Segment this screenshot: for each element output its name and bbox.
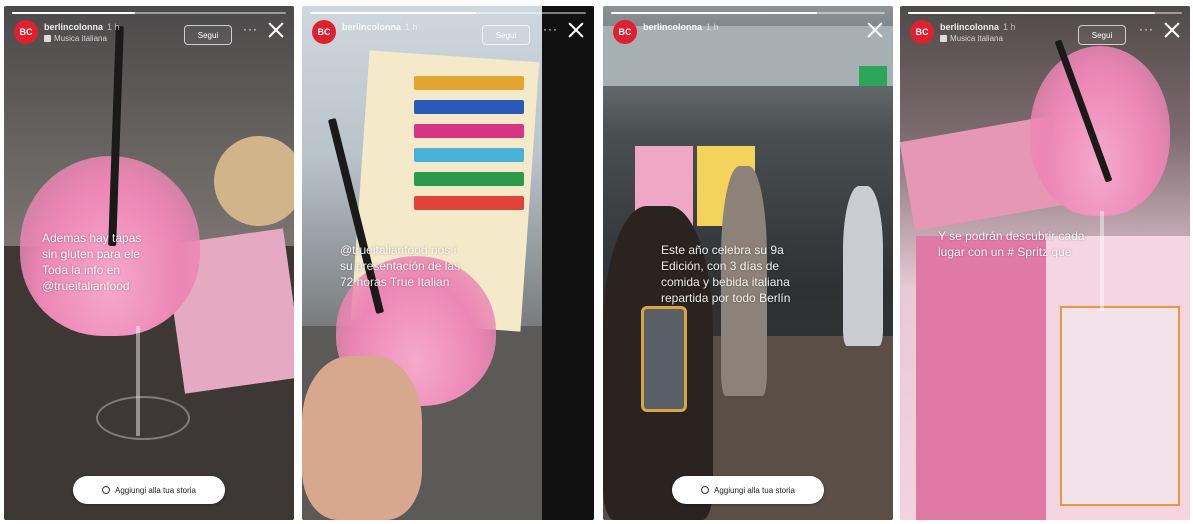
music-text: Musica italiana [950, 34, 1003, 43]
username-text[interactable]: berlincolonna [44, 22, 103, 32]
photo-glass-stem [1100, 211, 1104, 311]
username-text[interactable]: berlincolonna [342, 22, 401, 32]
more-icon[interactable]: ··· [543, 22, 558, 36]
username[interactable]: berlincolonna 1 h [342, 22, 418, 32]
avatar[interactable]: BC [312, 20, 336, 44]
photo-ceiling [603, 26, 893, 86]
photo-exit-sign [859, 66, 887, 86]
add-to-story-label: Aggiungi alla tua storia [115, 485, 196, 495]
avatar[interactable]: BC [910, 20, 934, 44]
story-panel-3[interactable]: BC berlincolonna 1 h Este año celebra su … [603, 6, 893, 520]
more-icon[interactable]: ··· [243, 22, 258, 36]
close-icon[interactable] [865, 20, 885, 40]
photo-menu-band [414, 148, 524, 162]
story-panel-2[interactable]: BC berlincolonna 1 h Segui ··· @trueitali… [302, 6, 594, 520]
music-label[interactable]: Musica italiana [44, 34, 107, 43]
avatar[interactable]: BC [14, 20, 38, 44]
photo-flyer-map [1060, 306, 1180, 506]
post-time: 1 h [706, 22, 719, 32]
add-to-story-button[interactable]: Aggiungi alla tua storia [672, 476, 824, 504]
follow-button[interactable]: Segui [482, 25, 530, 45]
close-icon[interactable] [1162, 20, 1182, 40]
username-text[interactable]: berlincolonna [643, 22, 702, 32]
story-caption: Y se podrán descubrir cada lugar con un … [938, 229, 1085, 259]
photo-menu-band [414, 100, 524, 114]
username[interactable]: berlincolonna 1 h [643, 22, 719, 32]
follow-button[interactable]: Segui [1078, 25, 1126, 45]
story-progress [12, 12, 286, 14]
close-icon[interactable] [266, 20, 286, 40]
story-panel-4[interactable]: BC berlincolonna 1 h Musica italiana Segu… [900, 6, 1190, 520]
photo-menu-band [414, 124, 524, 138]
add-story-icon [701, 486, 710, 494]
photo-glass [1030, 46, 1170, 216]
music-label[interactable]: Musica italiana [940, 34, 1003, 43]
music-text: Musica italiana [54, 34, 107, 43]
post-time: 1 h [107, 22, 120, 32]
story-caption: @trueitalianfood nos i su presentación d… [340, 243, 461, 289]
add-story-icon [102, 486, 111, 494]
story-progress [908, 12, 1182, 14]
music-icon [940, 35, 947, 42]
photo-plate [214, 136, 294, 226]
photo-phone [641, 306, 687, 412]
username[interactable]: berlincolonna 1 h [940, 22, 1016, 32]
story-caption: Este año celebra su 9a Edición, con 3 dí… [661, 243, 791, 305]
photo-glass-base [96, 396, 190, 440]
story-progress [611, 12, 885, 14]
avatar[interactable]: BC [613, 20, 637, 44]
story-panel-1[interactable]: BC berlincolonna 1 h Musica italiana Segu… [4, 6, 294, 520]
photo-menu-band [414, 76, 524, 90]
username[interactable]: berlincolonna 1 h [44, 22, 120, 32]
photo-hand [302, 356, 422, 520]
photo-menu-band [414, 196, 524, 210]
photo-menu-band [414, 172, 524, 186]
story-progress [310, 12, 586, 14]
close-icon[interactable] [566, 20, 586, 40]
username-text[interactable]: berlincolonna [940, 22, 999, 32]
add-to-story-button[interactable]: Aggiungi alla tua storia [73, 476, 225, 504]
story-caption: Ademas hay tapas sin gluten para ele Tod… [42, 231, 142, 293]
photo-flyer-pink-panel [916, 236, 1046, 520]
more-icon[interactable]: ··· [1139, 22, 1154, 36]
photo-guest [843, 186, 883, 346]
music-icon [44, 35, 51, 42]
follow-button[interactable]: Segui [184, 25, 232, 45]
photo-window-frame [542, 6, 594, 520]
add-to-story-label: Aggiungi alla tua storia [714, 485, 795, 495]
post-time: 1 h [1003, 22, 1016, 32]
post-time: 1 h [405, 22, 418, 32]
